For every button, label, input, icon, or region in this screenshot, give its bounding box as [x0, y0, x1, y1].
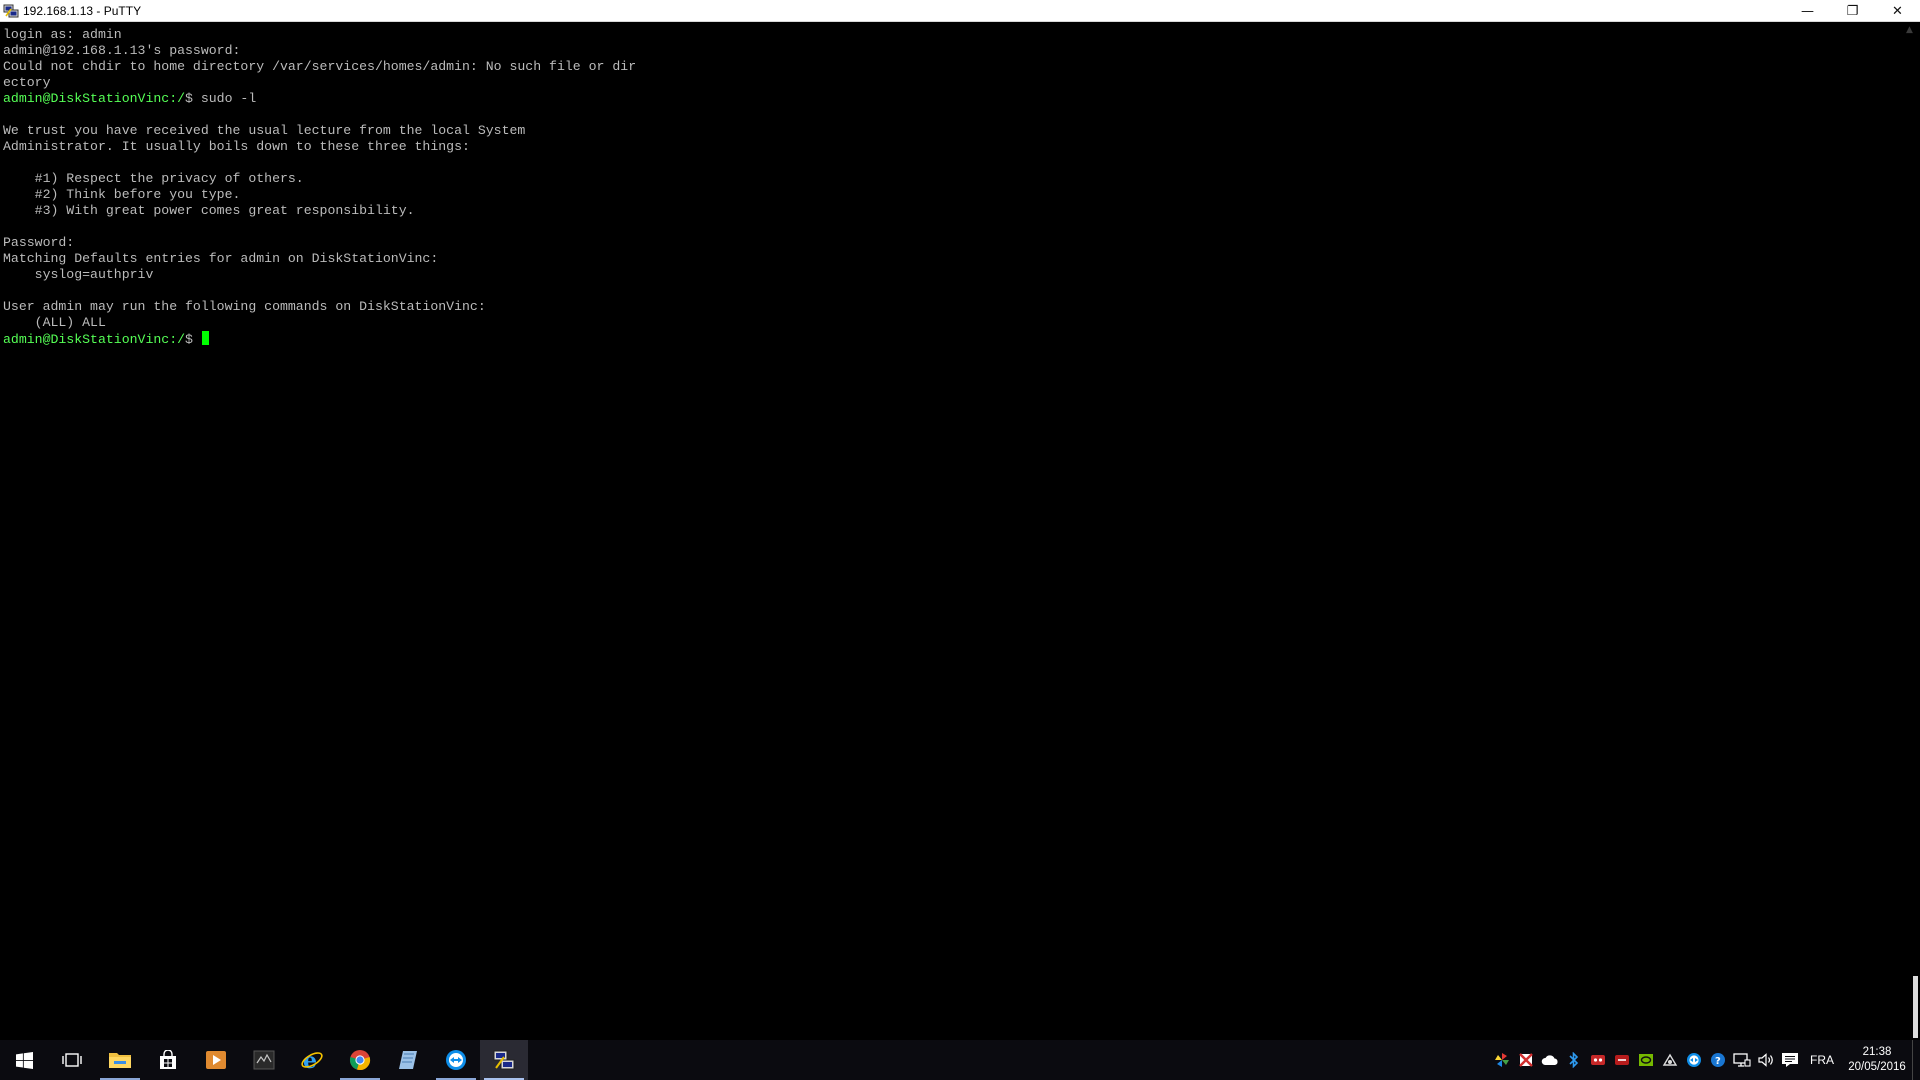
terminal-line: (ALL) ALL [3, 315, 1902, 331]
bluetooth-icon[interactable] [1562, 1040, 1586, 1080]
clock-time: 21:38 [1862, 1046, 1892, 1058]
terminal-line: We trust you have received the usual lec… [3, 123, 1902, 139]
terminal-text: $ sudo -l [185, 91, 257, 106]
internet-explorer-button[interactable]: e [288, 1040, 336, 1080]
teamviewer-button[interactable] [432, 1040, 480, 1080]
terminal-text: admin@192.168.1.13's password: [3, 43, 241, 58]
windows-logo-icon [15, 1051, 33, 1069]
terminal-line: Administrator. It usually boils down to … [3, 139, 1902, 155]
putty-icon [493, 1050, 515, 1070]
scroll-up-arrow-icon[interactable]: ▲ [1906, 25, 1913, 35]
terminal-line: Password: [3, 235, 1902, 251]
terminal-text: Administrator. It usually boils down to … [3, 139, 470, 154]
start-button[interactable] [0, 1040, 48, 1080]
terminal-line: #1) Respect the privacy of others. [3, 171, 1902, 187]
terminal-line: admin@DiskStationVinc:/$ [3, 331, 1902, 347]
teamviewer-icon [446, 1050, 466, 1070]
terminal-line: #3) With great power comes great respons… [3, 203, 1902, 219]
terminal-text: ectory [3, 75, 51, 90]
nvidia-icon[interactable] [1634, 1040, 1658, 1080]
help-icon[interactable]: ? [1706, 1040, 1730, 1080]
media-player-icon [206, 1051, 226, 1069]
terminal-scrollbar[interactable]: ▲ [1902, 22, 1920, 1040]
terminal-line: #2) Think before you type. [3, 187, 1902, 203]
notepad-icon [399, 1051, 417, 1069]
store-bag-icon [160, 1050, 176, 1069]
network-icon[interactable] [1730, 1040, 1754, 1080]
pinwheel-icon[interactable] [1490, 1040, 1514, 1080]
file-explorer-button[interactable] [96, 1040, 144, 1080]
system-tray: ? FRA 21:38 20/05/2016 [1490, 1040, 1920, 1080]
onedrive-cloud-icon[interactable] [1538, 1040, 1562, 1080]
minimize-button[interactable]: — [1785, 0, 1830, 22]
action-center-icon[interactable] [1778, 1040, 1802, 1080]
terminal-text: $ [185, 332, 201, 347]
close-button[interactable]: ✕ [1875, 0, 1920, 22]
taskbar: e ? FRA 21:38 20/05/2016 [0, 1040, 1920, 1080]
teamviewer-tray-icon[interactable] [1682, 1040, 1706, 1080]
terminal-text: (ALL) ALL [3, 315, 106, 330]
terminal-line: login as: admin [3, 27, 1902, 43]
svg-text:?: ? [1715, 1056, 1721, 1067]
terminal-line: syslog=authpriv [3, 267, 1902, 283]
network-tool-icon[interactable] [1658, 1040, 1682, 1080]
terminal-text: Could not chdir to home directory /var/s… [3, 59, 637, 74]
terminal-text: Password: [3, 235, 75, 250]
task-view-icon [62, 1053, 82, 1067]
terminal-text: #1) Respect the privacy of others. [3, 171, 304, 186]
chrome-button[interactable] [336, 1040, 384, 1080]
show-desktop-button[interactable] [1912, 1040, 1920, 1080]
red-app-icon[interactable] [1586, 1040, 1610, 1080]
store-button[interactable] [144, 1040, 192, 1080]
clock[interactable]: 21:38 20/05/2016 [1842, 1045, 1912, 1075]
terminal-text: User admin may run the following command… [3, 299, 486, 314]
red-app-2-icon[interactable] [1610, 1040, 1634, 1080]
window-title: 192.168.1.13 - PuTTY [23, 3, 142, 18]
terminal-line: Matching Defaults entries for admin on D… [3, 251, 1902, 267]
internet-explorer-icon: e [301, 1048, 323, 1072]
clock-date: 20/05/2016 [1848, 1061, 1906, 1073]
window-controls: — ❐ ✕ [1785, 0, 1920, 22]
putty-app-icon[interactable] [3, 3, 19, 19]
terminal-line: ectory [3, 75, 1902, 91]
flag-icon[interactable] [1514, 1040, 1538, 1080]
terminal-screen[interactable]: login as: admin admin@192.168.1.13's pass… [0, 22, 1902, 1040]
terminal-text: syslog=authpriv [3, 267, 154, 282]
putty-button[interactable] [480, 1040, 528, 1080]
terminal-text: login as: admin [3, 27, 122, 42]
sysinternals-button[interactable] [240, 1040, 288, 1080]
restore-button[interactable]: ❐ [1830, 0, 1875, 22]
input-language-indicator[interactable]: FRA [1802, 1053, 1842, 1067]
shell-prompt: admin@DiskStationVinc:/ [3, 91, 186, 106]
media-player-button[interactable] [192, 1040, 240, 1080]
folder-icon [109, 1053, 131, 1068]
terminal-text: #3) With great power comes great respons… [3, 203, 415, 218]
terminal-app-icon [253, 1050, 275, 1070]
terminal-text: Matching Defaults entries for admin on D… [3, 251, 439, 266]
window-title-bar[interactable]: 192.168.1.13 - PuTTY — ❐ ✕ [0, 0, 1920, 22]
terminal-text: #2) Think before you type. [3, 187, 241, 202]
chrome-icon [349, 1050, 371, 1070]
terminal-line: admin@192.168.1.13's password: [3, 43, 1902, 59]
terminal-line: User admin may run the following command… [3, 299, 1902, 315]
terminal-line: Could not chdir to home directory /var/s… [3, 59, 1902, 75]
task-view-button[interactable] [48, 1040, 96, 1080]
volume-icon[interactable] [1754, 1040, 1778, 1080]
scrollbar-thumb[interactable] [1913, 976, 1918, 1038]
terminal-text: We trust you have received the usual lec… [3, 123, 526, 138]
shell-prompt: admin@DiskStationVinc:/ [3, 332, 186, 347]
terminal-line: admin@DiskStationVinc:/$ sudo -l [3, 91, 1902, 107]
notes-button[interactable] [384, 1040, 432, 1080]
terminal-cursor [201, 331, 209, 345]
